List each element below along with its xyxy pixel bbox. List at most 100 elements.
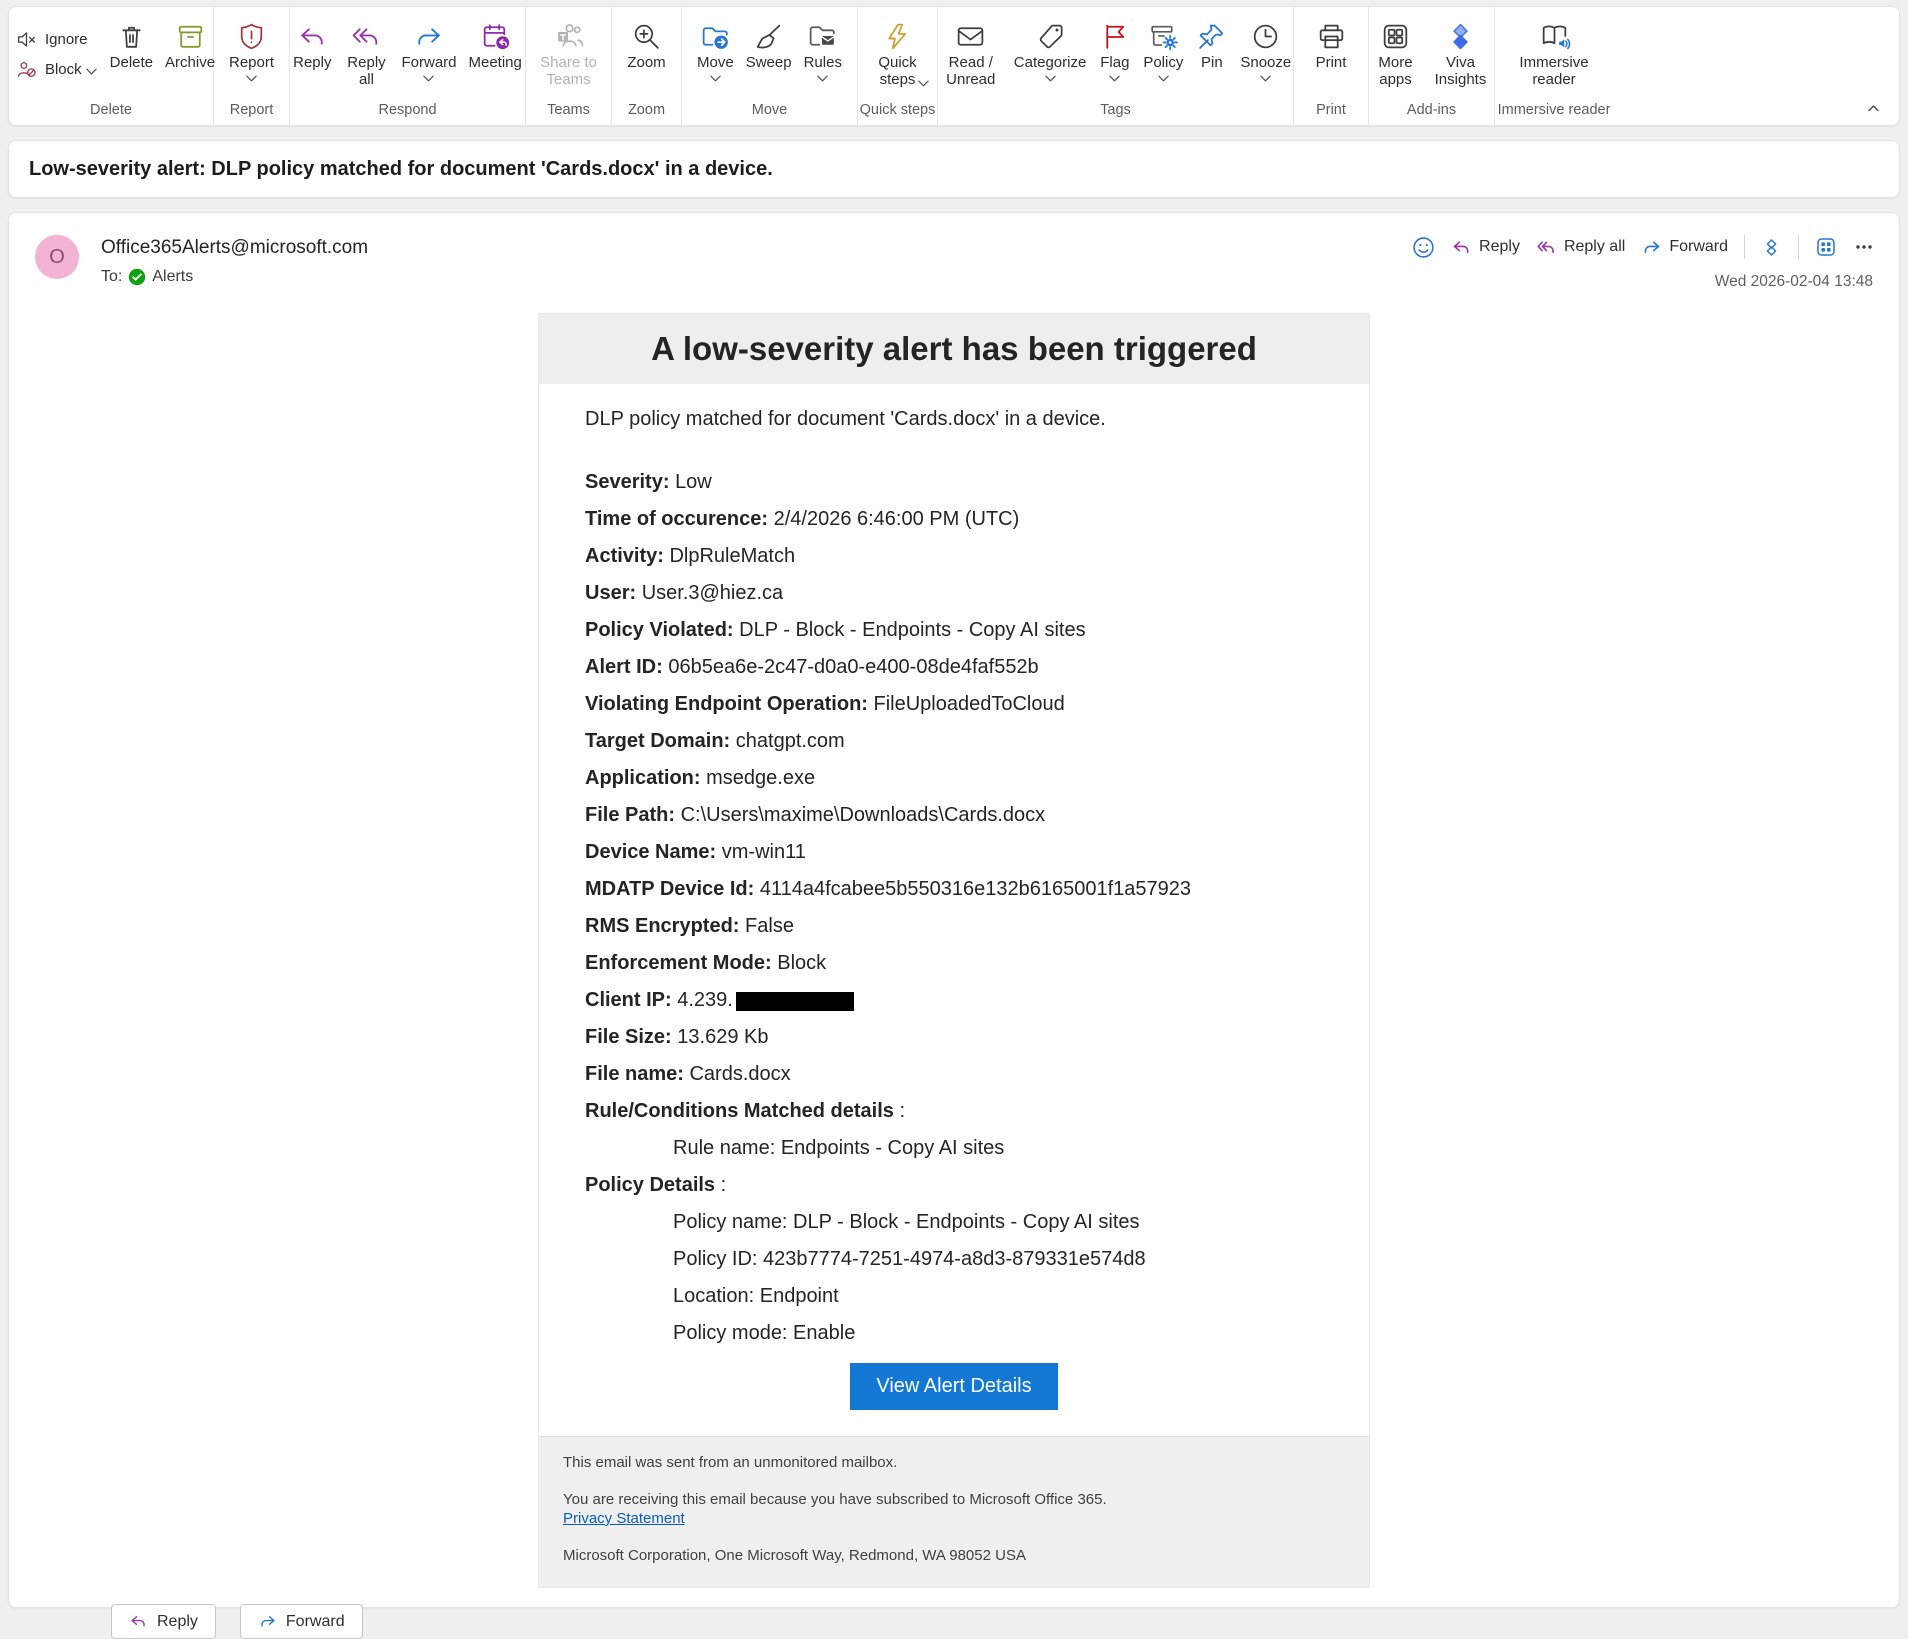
policy-id-line: Policy ID: 423b7774-7251-4974-a8d3-87933… bbox=[585, 1249, 1323, 1270]
report-button[interactable]: Report bbox=[224, 16, 279, 83]
ribbon-group-delete-buttons: Ignore Block Delete bbox=[9, 7, 213, 102]
archive-button[interactable]: Archive bbox=[160, 16, 220, 73]
group-label-respond: Respond bbox=[290, 102, 525, 125]
ribbon-group-teams: Share to Teams Teams bbox=[526, 7, 612, 125]
header-reply-button[interactable]: Reply bbox=[1451, 237, 1520, 258]
field-endpoint-operation: Violating Endpoint Operation: FileUpload… bbox=[585, 694, 1323, 715]
rules-button[interactable]: Rules bbox=[799, 16, 847, 83]
share-to-teams-button[interactable]: Share to Teams bbox=[529, 16, 609, 90]
privacy-statement-link[interactable]: Privacy Statement bbox=[563, 1509, 685, 1528]
field-client-ip: Client IP: 4.239. bbox=[585, 990, 1323, 1011]
group-label-zoom: Zoom bbox=[612, 102, 681, 125]
flag-label: Flag bbox=[1100, 55, 1129, 72]
meeting-button[interactable]: Meeting bbox=[464, 16, 527, 73]
ribbon-group-immersive: Immersive reader Immersive reader bbox=[1495, 7, 1613, 125]
forward-arrow-icon bbox=[412, 17, 445, 55]
policy-label: Policy bbox=[1143, 55, 1183, 72]
ribbon-toolbar: Ignore Block Delete bbox=[8, 6, 1900, 126]
message-card: O Office365Alerts@microsoft.com To: Aler… bbox=[8, 212, 1900, 1608]
alert-body: DLP policy matched for document 'Cards.d… bbox=[539, 384, 1369, 1410]
bottom-forward-label: Forward bbox=[286, 1613, 345, 1631]
bottom-forward-button[interactable]: Forward bbox=[240, 1604, 363, 1639]
ribbon-group-move: Move Sweep Rules Move bbox=[682, 7, 858, 125]
ribbon-collapse-chevron-icon[interactable] bbox=[1866, 103, 1881, 113]
meeting-calendar-icon bbox=[479, 17, 512, 55]
reply-button[interactable]: Reply bbox=[288, 16, 336, 73]
header-forward-button[interactable]: Forward bbox=[1641, 237, 1728, 258]
email-footer: This email was sent from an unmonitored … bbox=[539, 1436, 1369, 1587]
forward-arrow-icon bbox=[1641, 237, 1662, 258]
header-viva-insights-icon[interactable] bbox=[1761, 237, 1782, 258]
field-policy-violated: Policy Violated: DLP - Block - Endpoints… bbox=[585, 620, 1323, 641]
chevron-down-icon bbox=[423, 75, 434, 82]
read-unread-label: Read / Unread bbox=[940, 55, 1002, 89]
more-apps-button[interactable]: More apps bbox=[1368, 16, 1424, 90]
rule-conditions-heading: Rule/Conditions Matched details : bbox=[585, 1101, 1323, 1122]
reply-arrow-icon bbox=[1451, 237, 1472, 258]
block-button[interactable]: Block bbox=[16, 59, 97, 80]
header-reply-all-button[interactable]: Reply all bbox=[1536, 237, 1625, 258]
zoom-label: Zoom bbox=[627, 55, 665, 72]
chevron-down-icon bbox=[246, 75, 257, 82]
field-file-size: File Size: 13.629 Kb bbox=[585, 1027, 1323, 1048]
delete-label: Delete bbox=[110, 55, 153, 72]
pin-icon bbox=[1195, 17, 1228, 55]
redacted-ip-box bbox=[736, 992, 854, 1011]
report-label: Report bbox=[229, 55, 274, 72]
read-unread-button[interactable]: Read / Unread bbox=[935, 16, 1007, 90]
header-apps-grid-icon[interactable] bbox=[1815, 236, 1837, 258]
header-forward-label: Forward bbox=[1669, 238, 1728, 256]
pin-button[interactable]: Pin bbox=[1190, 16, 1233, 73]
move-button[interactable]: Move bbox=[692, 16, 739, 83]
actions-divider bbox=[1798, 235, 1799, 259]
immersive-reader-button[interactable]: Immersive reader bbox=[1507, 16, 1601, 90]
chevron-down-icon bbox=[1260, 75, 1271, 82]
group-label-print: Print bbox=[1294, 102, 1368, 125]
flag-button[interactable]: Flag bbox=[1093, 16, 1136, 83]
ignore-block-stack: Ignore Block bbox=[2, 16, 103, 80]
field-mdatp-device-id: MDATP Device Id: 4114a4fcabee5b550316e13… bbox=[585, 879, 1323, 900]
meeting-label: Meeting bbox=[469, 55, 522, 72]
forward-button[interactable]: Forward bbox=[396, 16, 461, 83]
ribbon-group-tags: Read / Unread Categorize Flag bbox=[938, 7, 1294, 125]
policy-mode-line: Policy mode: Enable bbox=[585, 1323, 1323, 1344]
group-label-delete: Delete bbox=[9, 102, 213, 125]
to-label: To: bbox=[101, 268, 122, 286]
policy-button[interactable]: Policy bbox=[1138, 16, 1188, 83]
sweep-button[interactable]: Sweep bbox=[741, 16, 797, 73]
clock-icon bbox=[1249, 17, 1282, 55]
quick-steps-button[interactable]: Quick steps bbox=[861, 16, 934, 88]
share-to-teams-label: Share to Teams bbox=[534, 55, 604, 89]
forward-arrow-icon bbox=[258, 1612, 277, 1631]
reactions-smiley-icon[interactable] bbox=[1412, 236, 1435, 259]
more-options-ellipsis-icon[interactable] bbox=[1853, 236, 1875, 258]
header-reply-label: Reply bbox=[1479, 238, 1520, 256]
print-button[interactable]: Print bbox=[1310, 16, 1353, 73]
ribbon-group-delete: Ignore Block Delete bbox=[9, 7, 214, 125]
sender-avatar[interactable]: O bbox=[35, 235, 79, 279]
field-device-name: Device Name: vm-win11 bbox=[585, 842, 1323, 863]
categorize-button[interactable]: Categorize bbox=[1009, 16, 1092, 83]
snooze-button[interactable]: Snooze bbox=[1235, 16, 1296, 83]
chevron-down-icon bbox=[710, 75, 721, 82]
reply-all-button[interactable]: Reply all bbox=[338, 16, 394, 90]
viva-insights-icon bbox=[1444, 17, 1477, 55]
immersive-reader-icon bbox=[1538, 17, 1571, 55]
zoom-button[interactable]: Zoom bbox=[622, 16, 670, 73]
bottom-reply-label: Reply bbox=[157, 1613, 198, 1631]
field-severity: Severity: Low bbox=[585, 472, 1323, 493]
viva-insights-button[interactable]: Viva Insights bbox=[1426, 16, 1496, 90]
bottom-reply-button[interactable]: Reply bbox=[111, 1604, 216, 1639]
view-alert-details-button[interactable]: View Alert Details bbox=[850, 1363, 1057, 1410]
forward-label: Forward bbox=[401, 55, 456, 72]
speaker-mute-icon bbox=[16, 29, 37, 50]
field-user: User: User.3@hiez.ca bbox=[585, 583, 1323, 604]
group-label-addins: Add-ins bbox=[1369, 102, 1494, 125]
delete-button[interactable]: Delete bbox=[105, 16, 158, 73]
ignore-button[interactable]: Ignore bbox=[16, 29, 97, 50]
apps-grid-icon bbox=[1379, 17, 1412, 55]
immersive-reader-label: Immersive reader bbox=[1512, 55, 1596, 89]
archive-label: Archive bbox=[165, 55, 215, 72]
recipient-name[interactable]: Alerts bbox=[152, 268, 193, 286]
header-reply-all-label: Reply all bbox=[1564, 238, 1625, 256]
